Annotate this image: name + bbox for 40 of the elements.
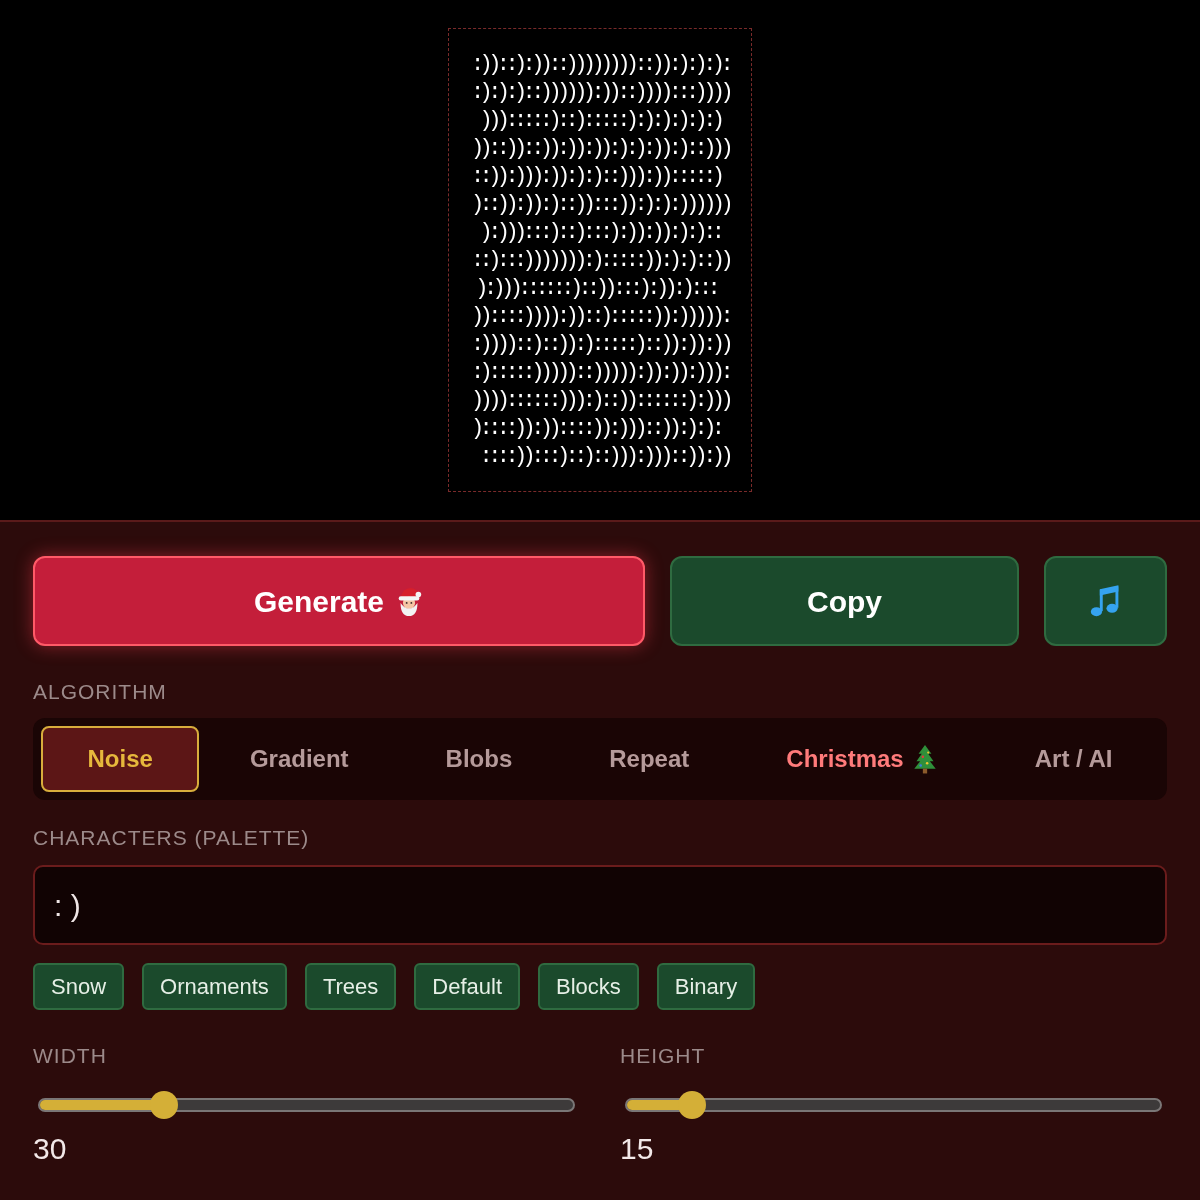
ascii-art-line: ::)):))):)):):)::))):)):::::)	[470, 163, 722, 191]
ascii-art-line: )::)):)):)::)):::)):):):))))))	[470, 191, 730, 219]
christmas-tree-icon	[911, 744, 938, 774]
ascii-art-line: )::::)):))::::)):)))::)):):):	[470, 415, 722, 443]
algorithm-tab[interactable]: Art / AI	[988, 726, 1159, 792]
ascii-art-line: ))::::)))):))::):::::)):))))):	[470, 303, 730, 331]
palette-input[interactable]: : )	[33, 865, 1167, 945]
ascii-art-line: :):::::)))))::))))):)):)):))):	[470, 359, 730, 387]
algorithm-tab[interactable]: Noise	[41, 726, 200, 792]
ascii-art-line: ):)))::::::)::)):::):)):):::	[474, 275, 718, 303]
algorithm-tab[interactable]: Christmas	[739, 726, 985, 792]
preset-chip[interactable]: Trees	[304, 963, 397, 1010]
preset-chip[interactable]: Snow	[33, 963, 125, 1010]
slider-thumb[interactable]	[150, 1091, 179, 1119]
algorithm-tab[interactable]: Gradient	[203, 726, 396, 792]
algorithm-tab[interactable]: Blobs	[399, 726, 559, 792]
slider-value: 15	[620, 1133, 655, 1165]
generate-button[interactable]: Generate	[33, 556, 645, 646]
slider-label: WIDTH	[33, 1044, 108, 1068]
copy-button[interactable]: Copy	[670, 556, 1019, 646]
ascii-art-line: :))::):))::))))))))::)):):):):	[470, 51, 730, 79]
slider-thumb[interactable]	[678, 1091, 707, 1119]
preset-chip[interactable]: Blocks	[538, 963, 639, 1010]
section-label: CHARACTERS (PALETTE)	[33, 826, 311, 850]
ascii-art-line: ::::)):::)::)::))):)))::)):))	[478, 443, 730, 471]
algorithm-tab[interactable]: Repeat	[562, 726, 736, 792]
ascii-art-line: :):):)::)))))):))::)))):::))))	[470, 79, 730, 107]
ascii-art-line: ::):::))))))):):::::)):):)::))	[470, 247, 730, 275]
music-button[interactable]	[1044, 556, 1167, 646]
ascii-art-line: ))))::::::))):)::))::::::):)))	[470, 387, 730, 415]
slider-label: HEIGHT	[620, 1044, 707, 1068]
preset-chip[interactable]: Default	[414, 963, 520, 1010]
ascii-art-line: ))::))::)):)):)):):):)):)::)))	[470, 135, 730, 163]
preset-chip[interactable]: Ornaments	[142, 963, 287, 1010]
slider-value: 30	[33, 1133, 68, 1165]
preset-chip[interactable]: Binary	[656, 963, 756, 1010]
ascii-art-line: ))):::::)::):::::):):):):):)	[478, 107, 722, 135]
section-label: ALGORITHM	[33, 680, 168, 704]
ascii-art-line: ):))):::)::):::):)):)):):)::	[478, 219, 722, 247]
ascii-art-line: :))))::)::)):):::::)::)):)):))	[470, 331, 730, 359]
